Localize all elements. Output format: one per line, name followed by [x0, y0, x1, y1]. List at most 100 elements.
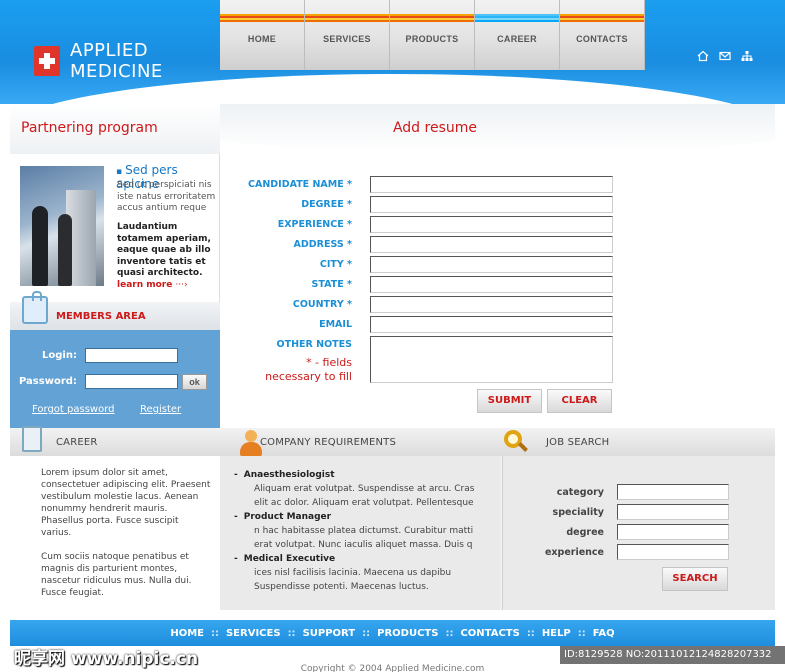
- search-label: experience: [544, 547, 604, 558]
- career-text: Lorem ipsum dolor sit amet, consectetuer…: [41, 467, 211, 599]
- footer-link-contacts[interactable]: CONTACTS: [460, 628, 519, 639]
- footer-separator: ::: [210, 628, 219, 639]
- nav-stripe: [220, 14, 304, 22]
- ok-button[interactable]: ok: [182, 374, 207, 390]
- nav-home[interactable]: HOME: [220, 0, 305, 70]
- requirement-title[interactable]: Anaesthesiologist: [244, 468, 479, 482]
- field-label: STATE *: [311, 279, 352, 290]
- header-icons: [697, 50, 753, 62]
- search-button[interactable]: SEARCH: [662, 567, 728, 591]
- login-box: Login: Password: ok Forgot password Regi…: [10, 330, 220, 428]
- nav-stripe: [305, 14, 389, 22]
- nav-label: SERVICES: [323, 34, 371, 44]
- photo-person: [32, 206, 48, 286]
- resume-form: Add resume CANDIDATE NAME * DEGREE * EXP…: [220, 104, 775, 428]
- medical-cross-icon: [34, 46, 60, 76]
- partner-header: Partnering program: [10, 104, 220, 154]
- arrow-right-icon: ···›: [175, 280, 188, 290]
- requirement-desc: n hac habitasse platea dictumst. Curabit…: [254, 526, 474, 550]
- login-label: Login:: [42, 350, 77, 361]
- nav-services[interactable]: SERVICES: [305, 0, 390, 70]
- footer-separator: ::: [362, 628, 371, 639]
- clipboard-icon: [22, 426, 42, 452]
- register-link[interactable]: Register: [140, 404, 181, 415]
- speciality-input[interactable]: [617, 504, 729, 520]
- career-paragraph: Lorem ipsum dolor sit amet, consectetuer…: [41, 468, 211, 538]
- mail-icon[interactable]: [719, 50, 731, 62]
- requirements-list: Anaesthesiologist Aliquam erat volutpat.…: [244, 468, 479, 594]
- footer-separator: ::: [445, 628, 454, 639]
- sitemap-icon[interactable]: [741, 50, 753, 62]
- experience-input[interactable]: [370, 216, 613, 233]
- country-input[interactable]: [370, 296, 613, 313]
- bottom-section: CAREER COMPANY REQUIREMENTS JOB SEARCH L…: [10, 426, 775, 610]
- requirements-header: COMPANY REQUIREMENTS JOB SEARCH: [220, 428, 775, 456]
- job-search-title: JOB SEARCH: [546, 437, 610, 448]
- learn-more-link[interactable]: learn more ···›: [117, 280, 188, 290]
- degree-input[interactable]: [370, 196, 613, 213]
- search-label: category: [556, 487, 604, 498]
- business-photo: [20, 166, 104, 286]
- footer-link-products[interactable]: PRODUCTS: [377, 628, 438, 639]
- requirement-title[interactable]: Product Manager: [244, 510, 479, 524]
- submit-button[interactable]: SUBMIT: [477, 389, 542, 413]
- form-title: Add resume: [392, 120, 478, 136]
- career-paragraph: Cum sociis natoque penatibus et magnis d…: [41, 552, 192, 598]
- state-input[interactable]: [370, 276, 613, 293]
- nav-products[interactable]: PRODUCTS: [390, 0, 475, 70]
- search-label: degree: [566, 527, 604, 538]
- partner-title: Partnering program: [21, 120, 158, 136]
- field-label: CITY *: [319, 259, 352, 270]
- sidebar-paragraph-bold: Laudantium totamem aperiam, eaque quae a…: [117, 222, 211, 278]
- required-note-line: necessary to fill: [265, 370, 352, 383]
- person-icon: [238, 430, 264, 456]
- logo-line-1: APPLIED: [70, 40, 149, 61]
- sidebar-paragraph: Sed ut perspiciati nis iste natus errori…: [117, 180, 216, 213]
- field-label: ADDRESS *: [293, 239, 352, 250]
- experience-search-input[interactable]: [617, 544, 729, 560]
- magnifier-icon: [502, 430, 530, 456]
- logo-line-2: MEDICINE: [70, 61, 163, 82]
- footer-link-help[interactable]: HELP: [542, 628, 571, 639]
- members-header: MEMBERS AREA: [10, 291, 220, 330]
- nav-contacts[interactable]: CONTACTS: [560, 0, 645, 70]
- other-notes-textarea[interactable]: [370, 336, 613, 383]
- candidate-name-input[interactable]: [370, 176, 613, 193]
- password-input[interactable]: [85, 374, 178, 389]
- footer-link-support[interactable]: SUPPORT: [303, 628, 356, 639]
- nav-label: CONTACTS: [576, 34, 628, 44]
- members-title: MEMBERS AREA: [56, 311, 146, 322]
- category-input[interactable]: [617, 484, 729, 500]
- career-title: CAREER: [56, 437, 98, 448]
- watermark-logo: 昵享网 www.nipic.cn: [14, 649, 199, 669]
- footer-separator: ::: [526, 628, 535, 639]
- email-input[interactable]: [370, 316, 613, 333]
- address-input[interactable]: [370, 236, 613, 253]
- footer-link-services[interactable]: SERVICES: [226, 628, 281, 639]
- home-icon[interactable]: [697, 50, 709, 62]
- requirement-desc: Aliquam erat volutpat. Suspendisse at ar…: [254, 484, 475, 508]
- forgot-password-link[interactable]: Forgot password: [32, 404, 115, 415]
- footer-link-home[interactable]: HOME: [170, 628, 204, 639]
- career-header: CAREER: [10, 426, 220, 456]
- required-note: * - fields necessary to fill: [250, 356, 352, 384]
- person-body: [240, 442, 262, 456]
- nav-stripe: [390, 14, 474, 22]
- logo[interactable]: APPLIED MEDICINE: [70, 40, 163, 82]
- footer-link-faq[interactable]: FAQ: [593, 628, 615, 639]
- clear-button[interactable]: CLEAR: [547, 389, 612, 413]
- required-note-line: * - fields: [306, 356, 352, 369]
- login-input[interactable]: [85, 348, 178, 363]
- notes-label: OTHER NOTES: [276, 339, 352, 350]
- footer-separator: ::: [287, 628, 296, 639]
- field-label: EMAIL: [319, 319, 352, 330]
- nav-career[interactable]: CAREER: [475, 0, 560, 70]
- photo-person: [58, 214, 72, 286]
- city-input[interactable]: [370, 256, 613, 273]
- degree-search-input[interactable]: [617, 524, 729, 540]
- requirement-title[interactable]: Medical Executive: [244, 552, 479, 566]
- field-label: COUNTRY *: [292, 299, 352, 310]
- career-column: Lorem ipsum dolor sit amet, consectetuer…: [10, 456, 220, 610]
- nav-label: CAREER: [497, 34, 537, 44]
